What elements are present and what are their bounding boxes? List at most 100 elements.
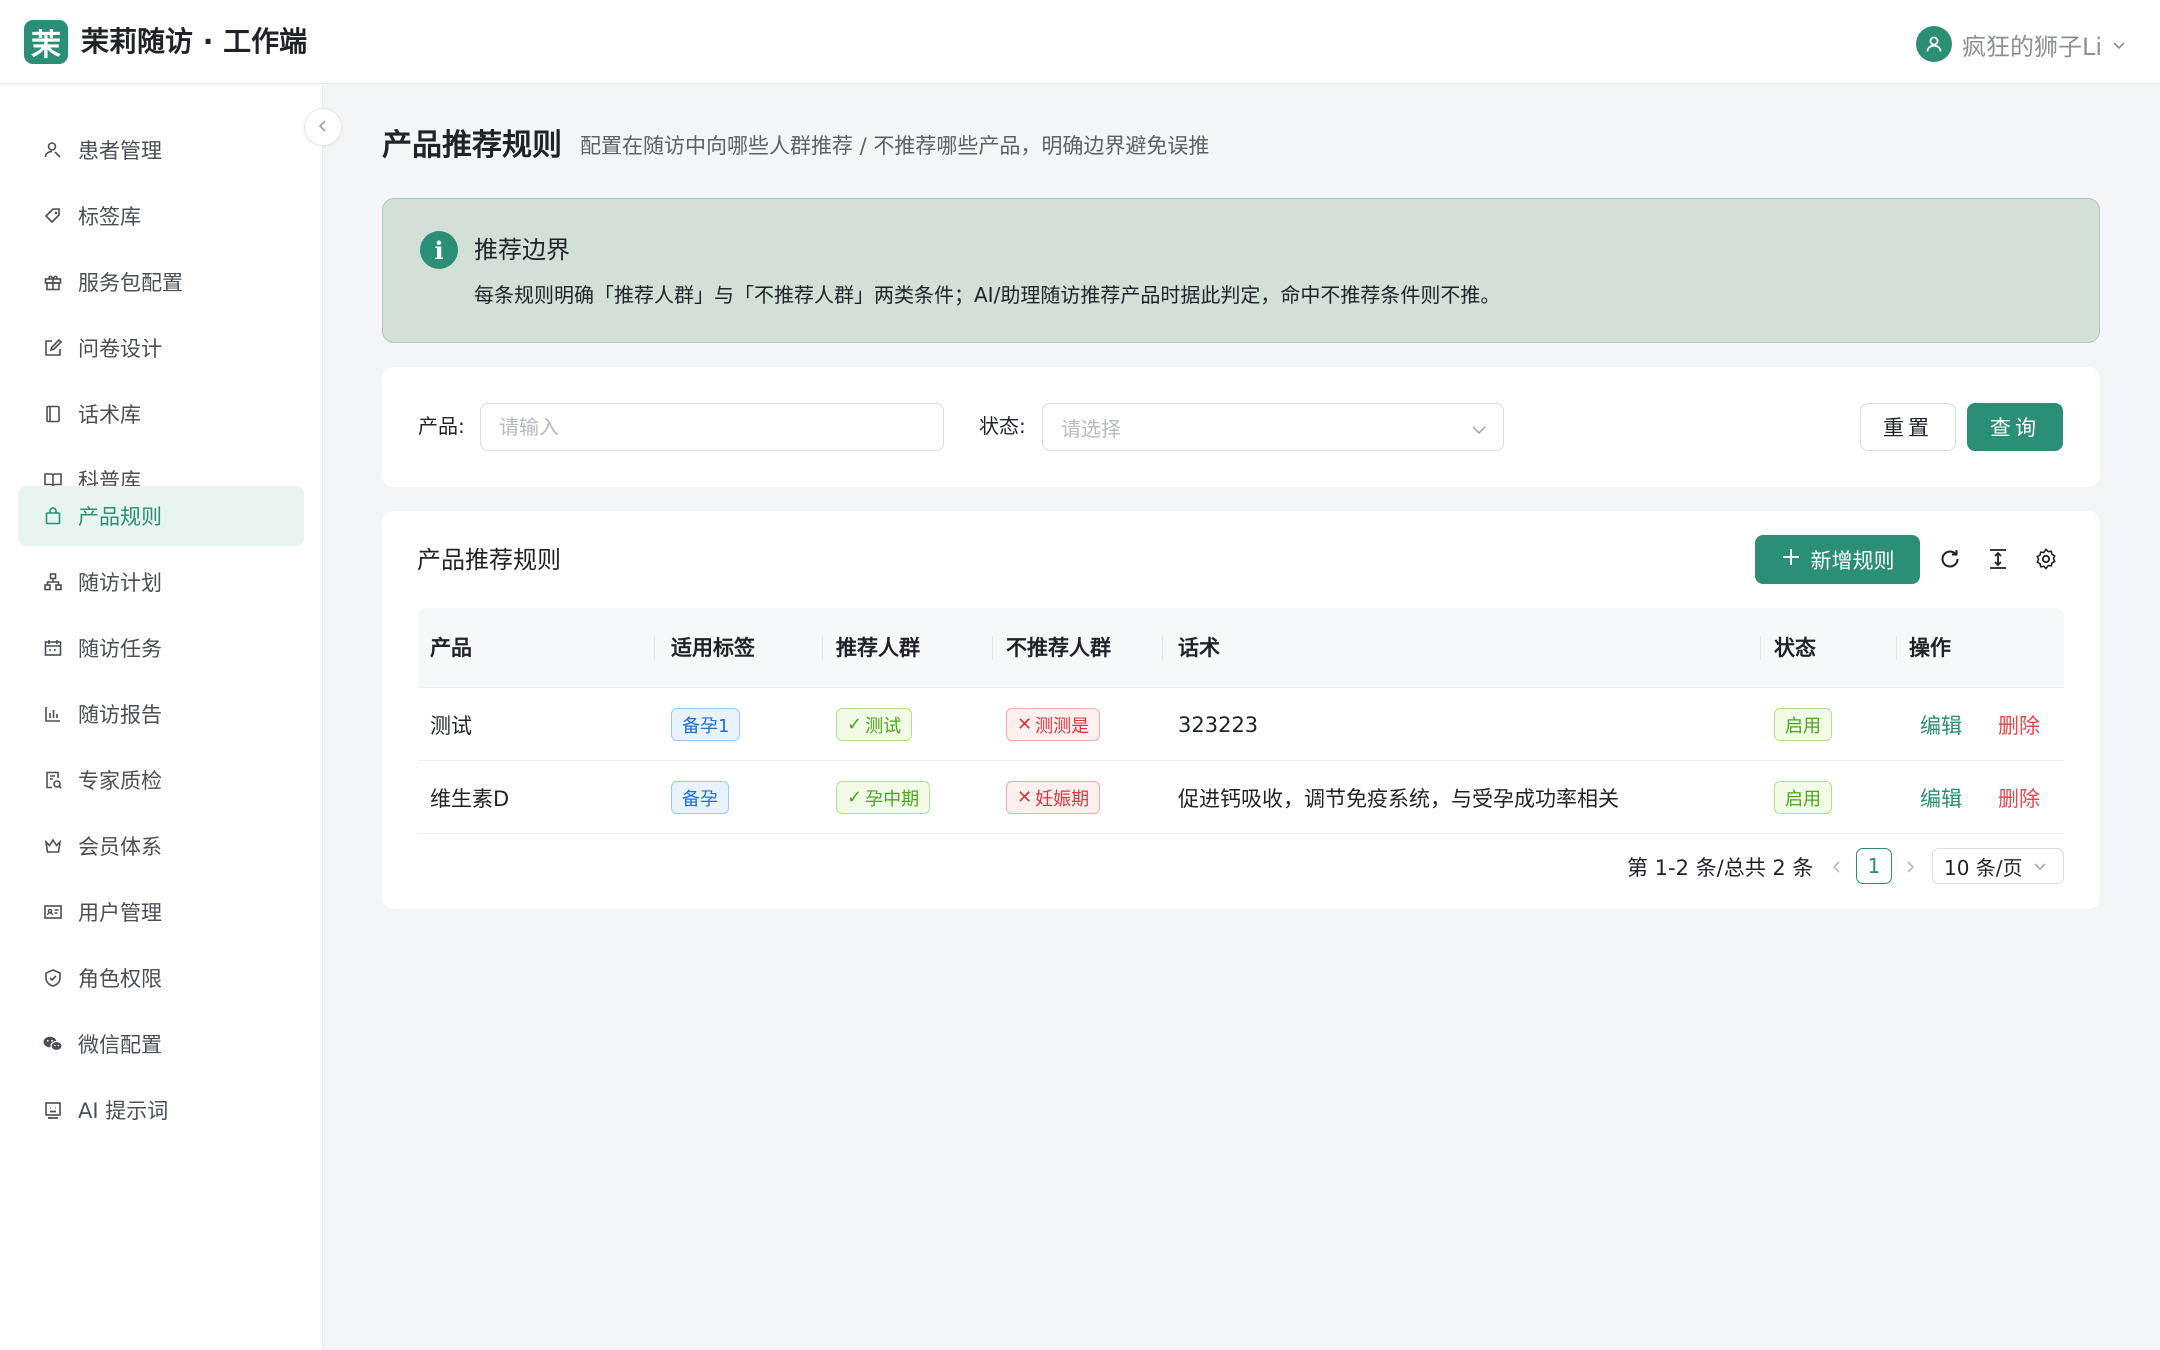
add-rule-button[interactable]: 新增规则 xyxy=(1755,535,1920,584)
app-logo: 茉 xyxy=(24,20,68,64)
column-divider xyxy=(822,636,823,660)
sidebar-item-expert-qc[interactable]: 专家质检 xyxy=(18,750,304,810)
sidebar-item-service-package[interactable]: 服务包配置 xyxy=(18,252,304,312)
table-header: 产品 适用标签 推荐人群 不推荐人群 话术 状态 操作 xyxy=(418,608,2064,688)
delete-link[interactable]: 删除 xyxy=(1998,710,2040,740)
info-text: 每条规则明确「推荐人群」与「不推荐人群」两类条件；AI/助理随访推荐产品时据此判… xyxy=(474,283,1501,307)
status-select[interactable]: 请选择 xyxy=(1042,403,1504,451)
id-card-icon xyxy=(42,901,64,923)
sidebar-item-questionnaire[interactable]: 问卷设计 xyxy=(18,318,304,378)
sidebar-item-scripts[interactable]: 话术库 xyxy=(18,384,304,444)
tag-badge: 备孕1 xyxy=(671,708,741,741)
sidebar-item-label: 专家质检 xyxy=(78,769,162,793)
column-header: 话术 xyxy=(1178,636,1220,660)
sidebar-item-followup-report[interactable]: 随访报告 xyxy=(18,684,304,744)
recommend-badge: ✓ 孕中期 xyxy=(836,781,931,814)
sidebar-item-patients[interactable]: 患者管理 xyxy=(18,120,304,180)
sidebar-item-label: 微信配置 xyxy=(78,1033,162,1057)
not-recommend-text: 妊娠期 xyxy=(1035,788,1090,810)
column-divider xyxy=(1896,636,1897,660)
page-size-select[interactable]: 10 条/页 xyxy=(1932,848,2064,884)
bag-icon xyxy=(42,505,64,527)
chevron-down-icon xyxy=(2033,854,2047,878)
sidebar-item-followup-task[interactable]: 随访任务 xyxy=(18,618,304,678)
page-number-button[interactable]: 1 xyxy=(1856,848,1892,884)
robot-icon xyxy=(42,1099,64,1121)
sidebar-item-user-management[interactable]: 用户管理 xyxy=(18,882,304,942)
chevron-down-icon xyxy=(2112,30,2126,58)
column-divider xyxy=(1760,636,1761,660)
status-select-placeholder: 请选择 xyxy=(1061,416,1121,441)
status-label: 状态: xyxy=(979,414,1026,438)
plus-icon xyxy=(1781,547,1801,572)
sidebar-item-label: 话术库 xyxy=(78,403,141,427)
sidebar-item-product-rules[interactable]: 产品规则 xyxy=(18,486,304,546)
sidebar-collapse-button[interactable] xyxy=(304,108,342,146)
chevron-down-icon xyxy=(1471,419,1487,443)
user-menu[interactable]: 疯狂的狮子Li xyxy=(1915,24,2126,64)
hierarchy-icon xyxy=(42,571,64,593)
page-subtitle: 配置在随访中向哪些人群推荐 / 不推荐哪些产品，明确边界避免误推 xyxy=(580,134,1210,158)
sidebar-item-label: 服务包配置 xyxy=(78,271,183,295)
check-icon: ✓ xyxy=(847,714,863,735)
column-header: 产品 xyxy=(430,636,472,660)
cell-script: 促进钙吸收，调节免疫系统，与受孕成功率相关 xyxy=(1178,786,1619,811)
add-rule-label: 新增规则 xyxy=(1810,548,1895,573)
not-recommend-text: 测测是 xyxy=(1035,715,1090,737)
next-page-button[interactable] xyxy=(1903,848,1917,886)
product-label: 产品: xyxy=(418,414,465,438)
column-header: 适用标签 xyxy=(671,636,755,660)
sidebar-item-label: 用户管理 xyxy=(78,901,162,925)
product-input[interactable] xyxy=(480,403,944,451)
user-avatar-icon xyxy=(1915,26,1952,62)
sidebar-item-membership[interactable]: 会员体系 xyxy=(18,816,304,876)
settings-icon[interactable] xyxy=(2031,544,2061,574)
pagination-summary: 第 1-2 条/总共 2 条 xyxy=(1627,856,1814,880)
edit-link[interactable]: 编辑 xyxy=(1920,783,1962,813)
filter-card: 产品: 状态: 请选择 重置 查询 xyxy=(382,367,2100,487)
audit-icon xyxy=(42,769,64,791)
sidebar-item-label: AI 提示词 xyxy=(78,1099,169,1123)
tag-icon xyxy=(42,205,64,227)
cell-product: 测试 xyxy=(430,713,472,738)
sidebar-item-label: 标签库 xyxy=(78,205,141,229)
not-recommend-badge: ✕ 妊娠期 xyxy=(1006,781,1101,814)
gift-icon xyxy=(42,271,64,293)
sidebar-item-label: 角色权限 xyxy=(78,967,162,991)
user-name: 疯狂的狮子Li xyxy=(1961,32,2102,61)
sidebar: 患者管理 标签库 服务包配置 问卷设计 话术库 科普库 产品规则 随访计划 随访… xyxy=(0,85,323,1350)
column-header: 操作 xyxy=(1909,636,1951,660)
table-card: 产品推荐规则 新增规则 产品 适用标签 推荐人群 不推荐人群 话术 状态 操作 … xyxy=(382,511,2100,909)
prev-page-button[interactable] xyxy=(1830,848,1844,886)
status-badge: 启用 xyxy=(1774,781,1832,814)
table-row: 维生素D 备孕 ✓ 孕中期 ✕ 妊娠期 促进钙吸收，调节免疫系统，与受孕成功率相关 … xyxy=(418,761,2064,834)
refresh-icon[interactable] xyxy=(1935,544,1965,574)
tag-badge: 备孕 xyxy=(671,781,729,814)
close-icon: ✕ xyxy=(1017,787,1033,808)
table-row: 测试 备孕1 ✓ 测试 ✕ 测测是 323223 启用 编辑 删除 xyxy=(418,688,2064,761)
top-header: 茉 茉莉随访 · 工作端 疯狂的狮子Li xyxy=(0,0,2160,84)
bar-chart-icon xyxy=(42,703,64,725)
sidebar-item-tags[interactable]: 标签库 xyxy=(18,186,304,246)
crown-icon xyxy=(42,835,64,857)
column-header: 推荐人群 xyxy=(836,636,920,660)
column-divider xyxy=(1162,636,1163,660)
sidebar-item-label: 随访报告 xyxy=(78,703,162,727)
not-recommend-badge: ✕ 测测是 xyxy=(1006,708,1101,741)
query-button[interactable]: 查询 xyxy=(1967,403,2063,451)
delete-link[interactable]: 删除 xyxy=(1998,783,2040,813)
recommend-text: 孕中期 xyxy=(865,788,920,810)
sidebar-item-label: 随访任务 xyxy=(78,637,162,661)
sidebar-item-ai-prompts[interactable]: AI 提示词 xyxy=(18,1080,304,1140)
column-height-icon[interactable] xyxy=(1983,544,2013,574)
sidebar-item-roles[interactable]: 角色权限 xyxy=(18,948,304,1008)
reset-button[interactable]: 重置 xyxy=(1860,403,1956,451)
sidebar-item-wechat[interactable]: 微信配置 xyxy=(18,1014,304,1074)
info-alert: i 推荐边界 每条规则明确「推荐人群」与「不推荐人群」两类条件；AI/助理随访推… xyxy=(382,198,2100,343)
edit-link[interactable]: 编辑 xyxy=(1920,710,1962,740)
sidebar-item-label: 随访计划 xyxy=(78,571,162,595)
sidebar-item-followup-plan[interactable]: 随访计划 xyxy=(18,552,304,612)
status-badge: 启用 xyxy=(1774,708,1832,741)
close-icon: ✕ xyxy=(1017,714,1033,735)
info-icon: i xyxy=(420,231,458,269)
